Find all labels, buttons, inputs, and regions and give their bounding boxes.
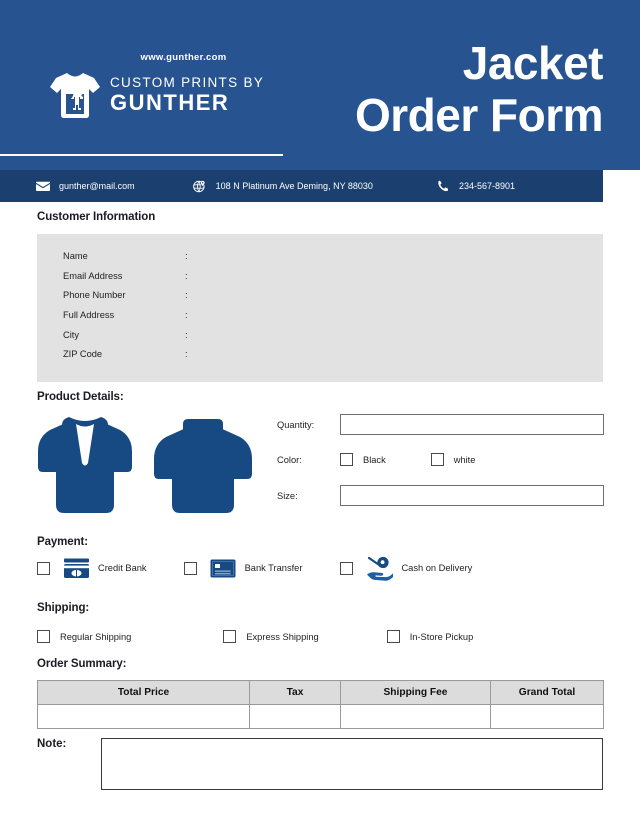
color-black-label: Black [363,454,386,465]
product-details-heading: Product Details: [37,391,124,403]
contact-address-text: 108 N Platinum Ave Deming, NY 88030 [215,181,373,191]
field-phone-number[interactable]: Phone Number : [63,290,195,310]
payment-bank-transfer-checkbox[interactable] [183,561,197,575]
tshirt-logo-icon [48,70,102,120]
shipping-regular-label: Regular Shipping [60,631,132,642]
shipping-options: Regular Shipping Express Shipping In-Sto… [37,630,603,643]
color-white-label: white [453,454,476,465]
payment-bank-transfer-label: Bank Transfer [244,563,303,573]
column-header-shipping-fee: Shipping Fee [340,680,491,705]
shipping-option-regular[interactable]: Regular Shipping [37,630,131,643]
brand-logo-block: www.gunther.com CUSTOM PRINTS BY GUNTHER [48,52,283,120]
color-option-black[interactable]: Black [340,453,386,466]
brand-wordmark: CUSTOM PRINTS BY GUNTHER [110,76,264,114]
contact-address[interactable]: 108 N Platinum Ave Deming, NY 88030 [192,180,373,193]
color-black-checkbox[interactable] [340,453,353,466]
table-row [37,704,604,729]
contact-phone-text: 234-567-8901 [458,181,515,191]
credit-card-icon [62,556,90,580]
field-city-label: City [63,329,80,340]
cell-shipping-fee[interactable] [340,704,491,729]
field-email-address[interactable]: Email Address : [63,271,195,291]
cell-tax[interactable] [249,704,341,729]
shipping-express-checkbox[interactable] [223,630,237,643]
field-city[interactable]: City : [63,330,195,350]
globe-pin-icon [192,180,207,193]
payment-cash-on-delivery-checkbox[interactable] [340,561,354,575]
envelope-icon [35,180,50,193]
shipping-option-in-store-pickup[interactable]: In-Store Pickup [386,630,474,643]
product-details-fields: Quantity: Color: Black white Size: [277,414,604,506]
column-header-total-price: Total Price [37,680,250,705]
payment-option-credit-bank[interactable]: Credit Bank [37,556,147,580]
field-name[interactable]: Name : [63,251,195,271]
payment-cash-on-delivery-label: Cash on Delivery [401,563,473,573]
field-email-address-separator: : [185,270,188,281]
note-label: Note: [37,738,67,750]
field-full-address-separator: : [185,310,188,321]
brand-name: GUNTHER [110,89,230,115]
table-header-row: Total Price Tax Shipping Fee Grand Total [37,680,604,705]
quantity-input[interactable] [340,414,604,435]
column-header-tax: Tax [249,680,341,705]
color-label: Color: [277,454,302,465]
shipping-express-label: Express Shipping [246,631,319,642]
cell-grand-total[interactable] [490,704,604,729]
order-summary-table: Total Price Tax Shipping Fee Grand Total [37,680,604,729]
phone-icon [435,180,450,193]
quantity-row: Quantity: [277,414,604,435]
bank-card-icon [209,556,237,580]
payment-heading: Payment: [37,536,88,548]
payment-options: Credit Bank Bank Transfer Cash on Delive… [37,556,603,581]
field-phone-number-label: Phone Number [63,290,126,301]
size-row: Size: [277,485,604,506]
page-title-line-1: Jacket [462,37,604,89]
quantity-label: Quantity: [277,419,315,430]
page-header: www.gunther.com CUSTOM PRINTS BY GUNTHER [0,0,640,170]
hand-cash-icon [365,556,393,581]
column-header-grand-total: Grand Total [490,680,604,705]
color-white-checkbox[interactable] [430,453,444,466]
color-option-white[interactable]: white [430,453,476,466]
website-url: www.gunther.com [140,52,227,63]
payment-credit-bank-label: Credit Bank [98,563,147,573]
shipping-option-express[interactable]: Express Shipping [223,630,319,643]
field-phone-number-separator: : [185,290,188,301]
shipping-in-store-pickup-checkbox[interactable] [386,630,400,643]
field-email-address-label: Email Address [63,270,123,281]
page-title-line-2: Order Form [354,88,604,141]
payment-option-cash-on-delivery[interactable]: Cash on Delivery [340,556,473,581]
field-full-address[interactable]: Full Address : [63,310,195,330]
color-row: Color: Black white [277,453,604,466]
size-label: Size: [277,490,298,501]
field-zip-code-separator: : [185,349,188,360]
shipping-regular-checkbox[interactable] [37,630,50,643]
payment-credit-bank-checkbox[interactable] [37,561,50,575]
hoodie-illustration [152,417,254,520]
order-summary-heading: Order Summary: [37,658,127,670]
payment-option-bank-transfer[interactable]: Bank Transfer [183,556,303,580]
size-input[interactable] [340,485,604,506]
contact-phone[interactable]: 234-567-8901 [435,180,515,193]
field-name-label: Name [63,251,88,261]
header-divider-rule [0,154,283,156]
field-zip-code-label: ZIP Code [63,349,103,360]
field-city-separator: : [185,329,188,340]
jacket-order-form-page: www.gunther.com CUSTOM PRINTS BY GUNTHER [0,0,640,828]
note-input[interactable] [101,738,603,790]
customer-information-heading: Customer Information [37,211,156,223]
field-full-address-label: Full Address [63,310,115,321]
customer-information-fields: Name : Email Address : Phone Number : Fu… [63,251,195,369]
cell-total-price[interactable] [37,704,250,729]
shipping-in-store-pickup-label: In-Store Pickup [409,631,474,642]
field-name-separator: : [185,251,188,261]
field-zip-code[interactable]: ZIP Code : [63,349,195,369]
page-title: Jacket Order Form [303,37,604,141]
brand-tagline: CUSTOM PRINTS BY [110,75,265,91]
contact-bar: gunther@mail.com 108 N Platinum Ave Demi… [0,170,603,202]
contact-email-text: gunther@mail.com [59,181,135,191]
shipping-heading: Shipping: [37,602,90,614]
jacket-front-illustration [36,415,134,520]
contact-email[interactable]: gunther@mail.com [35,180,135,193]
